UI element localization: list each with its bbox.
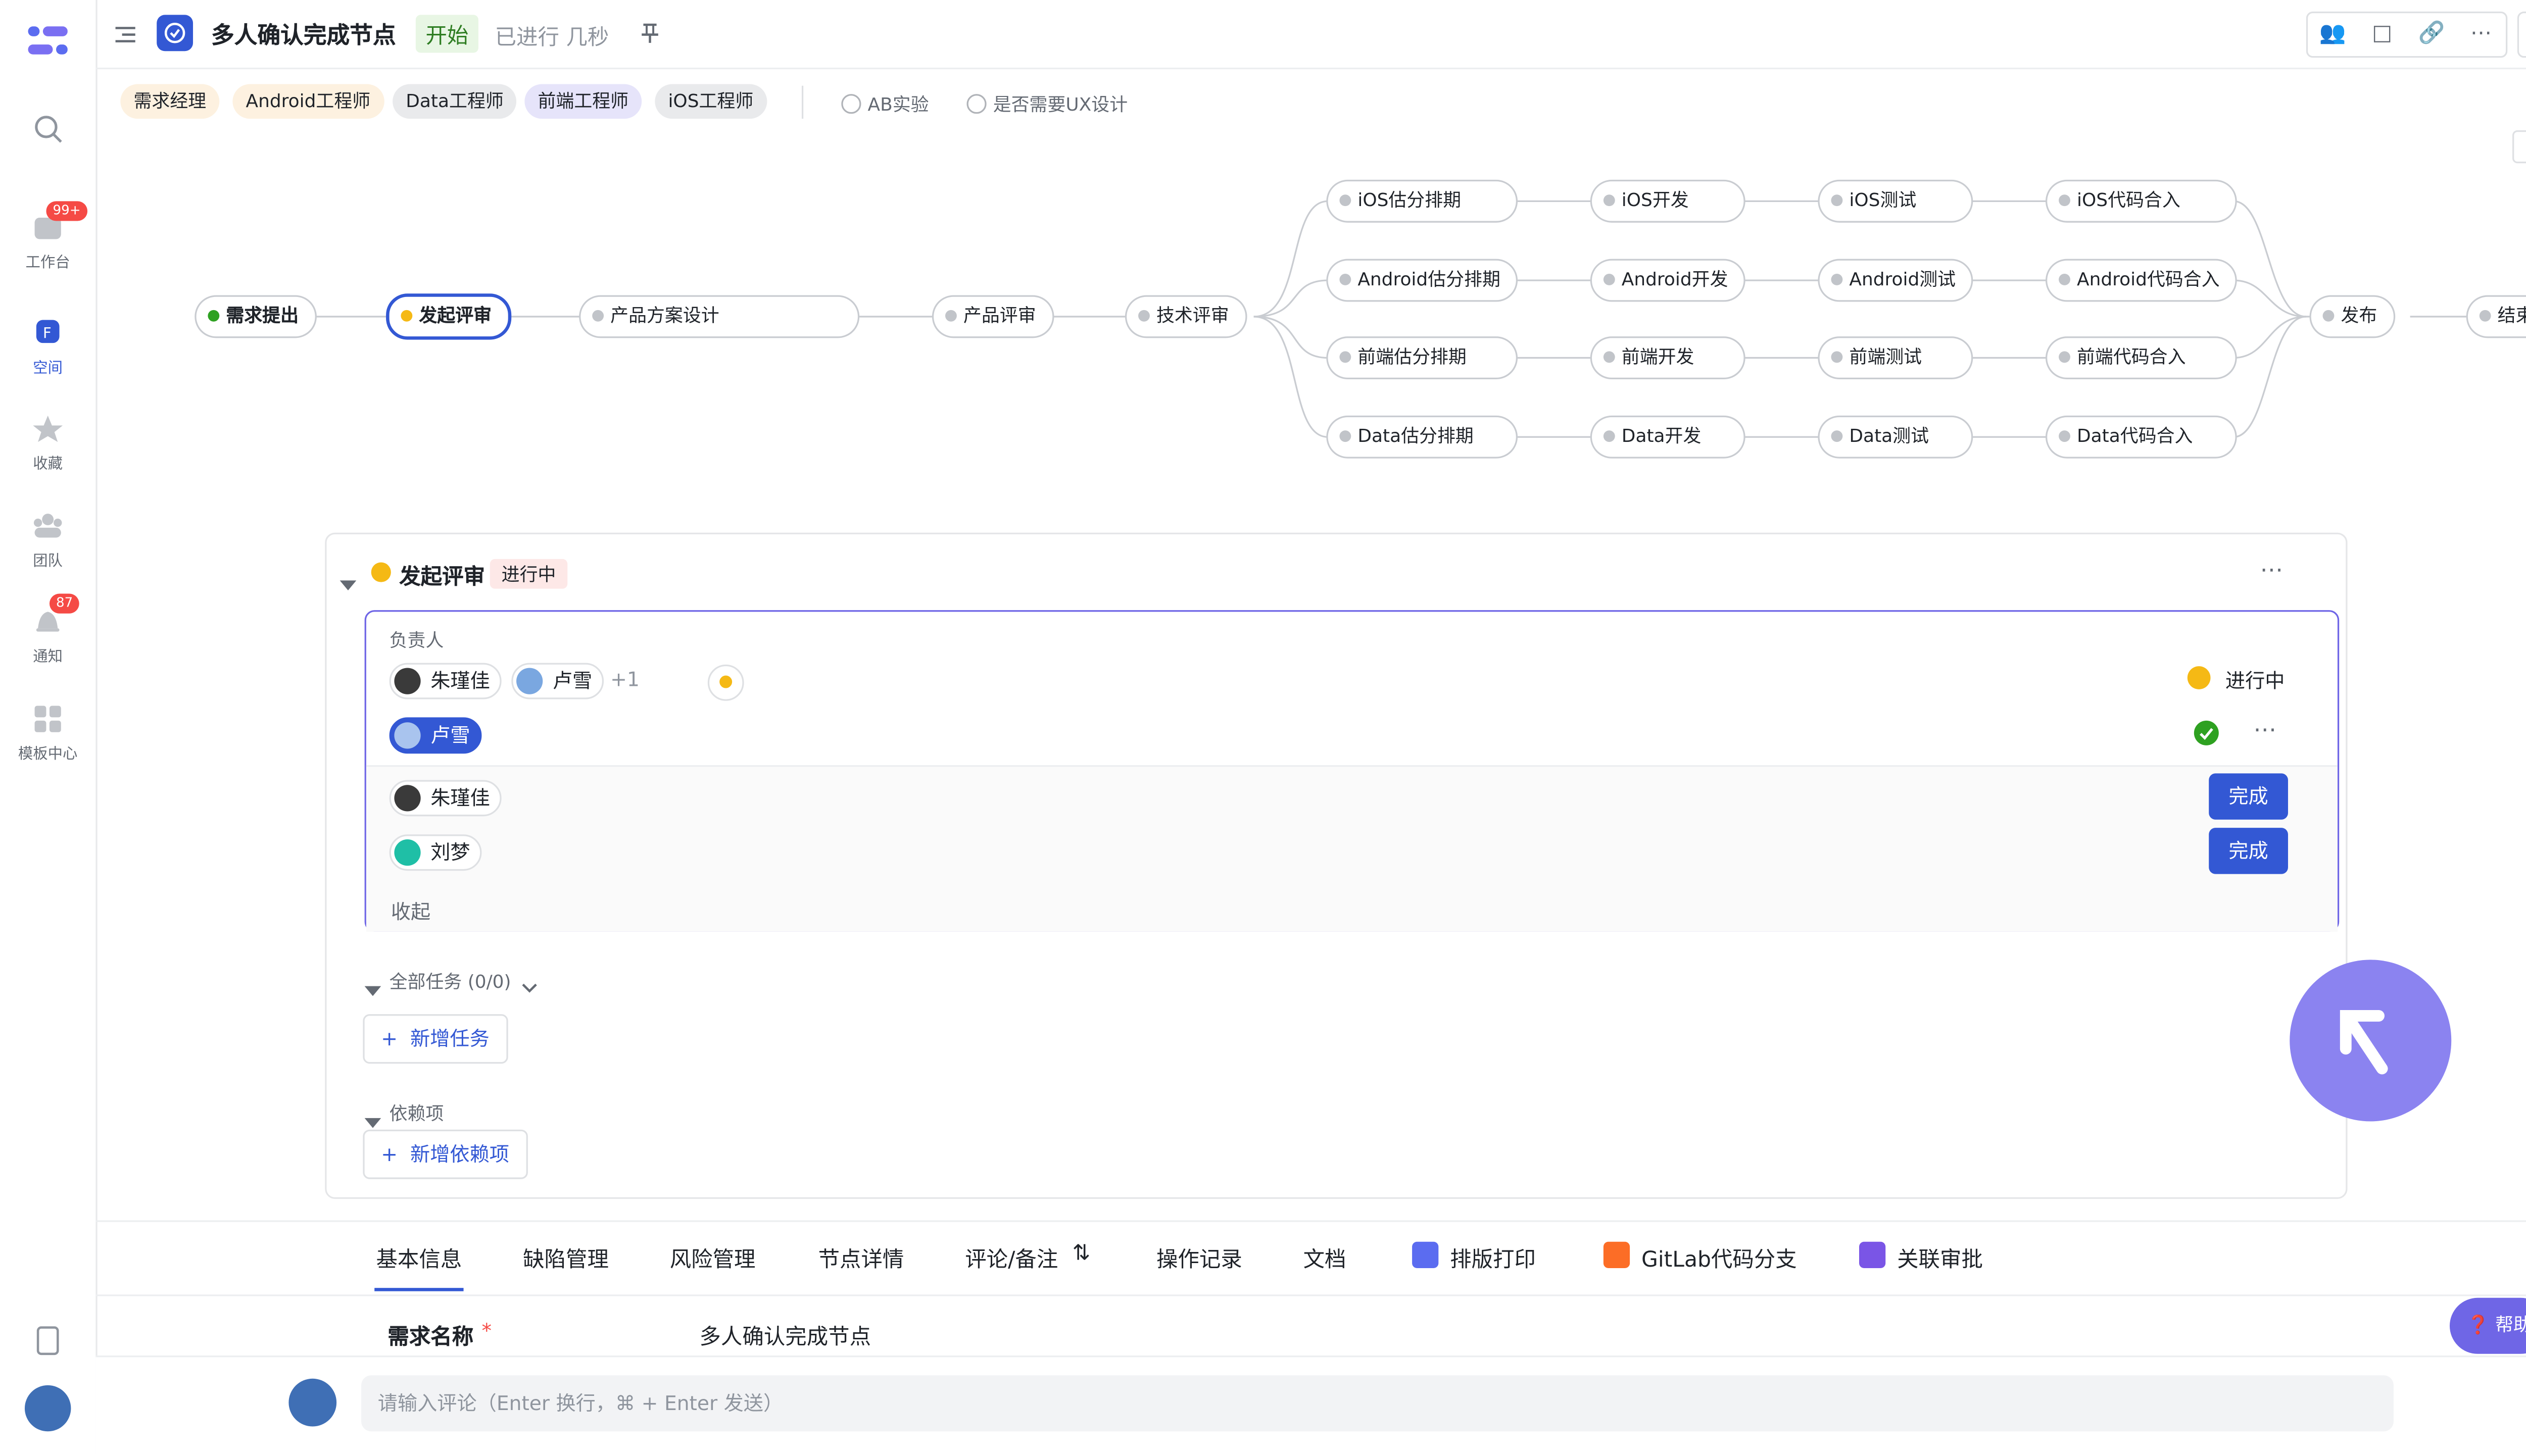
flow-node-branch[interactable]: Data测试 xyxy=(1818,415,1973,459)
tab-risks[interactable]: 风险管理 xyxy=(670,1242,756,1273)
approval-icon xyxy=(1859,1241,1886,1269)
avatar[interactable] xyxy=(24,1385,71,1432)
node-detail-panel: 发起评审 进行中 ⋯ 负责人 朱瑾佳 卢雪 +1 ● 进行中 卢雪 ⋯ 朱瑾佳 … xyxy=(325,532,2348,1199)
flow-node-branch[interactable]: Android测试 xyxy=(1818,259,1973,302)
remind-bell-icon[interactable]: ● xyxy=(707,664,744,701)
flow-node-requirement[interactable]: 需求提出 xyxy=(195,295,317,338)
tab-node-details[interactable]: 节点详情 xyxy=(818,1242,904,1273)
sidebar-item-notify[interactable]: 通知 87 xyxy=(0,593,95,667)
gitlab-icon xyxy=(1603,1241,1630,1269)
flow-node-release[interactable]: 发布 xyxy=(2309,295,2396,338)
comment-input[interactable]: 请输入评论（Enter 换行，⌘ + Enter 发送） xyxy=(361,1375,2394,1432)
sidebar-item-label: 模板中心 xyxy=(18,747,78,764)
pending-owner-chip[interactable]: 刘梦 xyxy=(389,834,482,871)
flow-node-branch[interactable]: Android开发 xyxy=(1590,259,1745,302)
flow-node-product-design[interactable]: 产品方案设计 xyxy=(579,295,860,338)
owner-status-text: 进行中 xyxy=(2225,669,2285,693)
flow-node-branch[interactable]: 前端开发 xyxy=(1590,336,1745,380)
more-owners-count[interactable]: +1 xyxy=(610,668,640,691)
more-icon[interactable]: ⋯ xyxy=(2253,717,2276,743)
complete-button[interactable]: 完成 xyxy=(2209,828,2288,874)
all-tasks-label[interactable]: 全部任务 (0/0) xyxy=(390,968,511,994)
required-mark: * xyxy=(481,1319,492,1342)
flow-node-branch[interactable]: 前端测试 xyxy=(1818,336,1973,380)
check-icon xyxy=(2194,720,2219,745)
owner-label: 负责人 xyxy=(389,630,444,651)
tab-gitlab[interactable]: GitLab代码分支 xyxy=(1641,1242,1797,1273)
flow-node-branch[interactable]: 前端估分排期 xyxy=(1326,336,1518,380)
help-button[interactable]: ❓ 帮助 xyxy=(2449,1297,2526,1354)
field-label: 需求名称 xyxy=(387,1326,474,1351)
avatar xyxy=(516,668,543,694)
avatar xyxy=(394,839,421,866)
flow-node-branch[interactable]: Data开发 xyxy=(1590,415,1745,459)
progress-icon xyxy=(2187,666,2211,689)
add-task-button[interactable]: + 新增任务 xyxy=(363,1014,508,1064)
flow-node-end[interactable]: 结束 xyxy=(2466,295,2526,338)
tab-print-layout[interactable]: 排版打印 xyxy=(1450,1242,1536,1273)
avatar xyxy=(394,668,421,694)
confirmed-owner-chip[interactable]: 卢雪 xyxy=(389,717,482,754)
tab-basic-info[interactable]: 基本信息 xyxy=(376,1242,462,1273)
complete-button[interactable]: 完成 xyxy=(2209,773,2288,820)
plus-icon: + xyxy=(381,1027,411,1050)
owner-chip[interactable]: 朱瑾佳 xyxy=(389,663,502,699)
sort-icon[interactable]: ⇅ xyxy=(1072,1242,1090,1267)
sidebar-item-label: 团队 xyxy=(33,554,63,571)
flow-node-tech-review[interactable]: 技术评审 xyxy=(1125,295,1247,338)
avatar xyxy=(394,785,421,812)
flow-node-branch[interactable]: iOS测试 xyxy=(1818,179,1973,223)
status-badge: 进行中 xyxy=(490,559,568,589)
team-icon xyxy=(31,510,64,542)
flow-node-branch[interactable]: iOS代码合入 xyxy=(2045,179,2237,223)
owners-box: 负责人 朱瑾佳 卢雪 +1 ● 进行中 卢雪 ⋯ 朱瑾佳 完成 刘梦 完成 收起 xyxy=(364,610,2340,932)
pending-owner-chip[interactable]: 朱瑾佳 xyxy=(389,780,502,817)
template-icon xyxy=(31,702,64,735)
collapse-caret-icon[interactable] xyxy=(339,567,357,598)
print-layout-icon xyxy=(1412,1241,1439,1269)
notification-badge: 87 xyxy=(49,593,80,614)
owner-chip[interactable]: 卢雪 xyxy=(511,663,604,699)
tab-activity-log[interactable]: 操作记录 xyxy=(1156,1242,1242,1273)
more-icon[interactable]: ⋯ xyxy=(2260,558,2283,584)
avatar xyxy=(394,722,421,749)
active-tab-indicator xyxy=(374,1288,464,1291)
flow-node-start-review[interactable]: 发起评审 xyxy=(386,293,512,340)
tab-defects[interactable]: 缺陷管理 xyxy=(523,1242,609,1273)
tab-docs[interactable]: 文档 xyxy=(1303,1242,1346,1273)
flow-node-branch[interactable]: Android代码合入 xyxy=(2045,259,2237,302)
tab-approval[interactable]: 关联审批 xyxy=(1897,1242,1983,1273)
mobile-icon[interactable] xyxy=(36,1326,60,1362)
caret-down-icon[interactable] xyxy=(364,973,381,1005)
chevron-down-icon[interactable] xyxy=(521,970,538,1001)
plus-icon: + xyxy=(381,1142,411,1166)
field-value[interactable]: 多人确认完成节点 xyxy=(699,1319,871,1350)
flow-node-branch[interactable]: Data估分排期 xyxy=(1326,415,1518,459)
flow-node-branch[interactable]: iOS开发 xyxy=(1590,179,1745,223)
flow-node-branch[interactable]: Data代码合入 xyxy=(2045,415,2237,459)
question-icon: ❓ xyxy=(2466,1314,2490,1336)
cursor-indicator xyxy=(2290,960,2452,1122)
status-dot xyxy=(371,562,391,582)
collapse-link[interactable]: 收起 xyxy=(391,897,430,925)
panel-title: 发起评审 xyxy=(399,565,485,590)
flow-node-branch[interactable]: iOS估分排期 xyxy=(1326,179,1518,223)
tab-comments[interactable]: 评论/备注 xyxy=(965,1242,1058,1273)
flow-node-branch[interactable]: 前端代码合入 xyxy=(2045,336,2237,380)
sidebar-item-label: 通知 xyxy=(33,649,63,667)
sidebar-item-templates[interactable]: 模板中心 xyxy=(0,702,95,764)
tab-bar: 基本信息 缺陷管理 风险管理 节点详情 评论/备注 ⇅ 操作记录 文档 排版打印… xyxy=(95,1220,2526,1296)
dependencies-label: 依赖项 xyxy=(389,1103,444,1125)
flow-node-product-review[interactable]: 产品评审 xyxy=(932,295,1054,338)
sidebar-item-team[interactable]: 团队 xyxy=(0,510,95,571)
add-dependency-button[interactable]: + 新增依赖项 xyxy=(363,1129,527,1179)
avatar xyxy=(288,1378,337,1427)
flow-node-branch[interactable]: Android估分排期 xyxy=(1326,259,1518,302)
pending-section xyxy=(366,765,2338,932)
